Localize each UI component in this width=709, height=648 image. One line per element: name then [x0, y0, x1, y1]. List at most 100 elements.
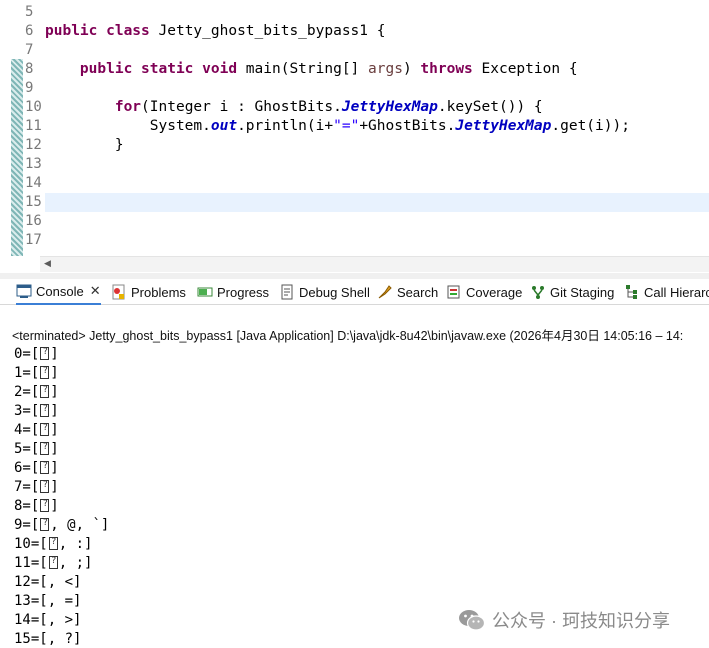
- output-text: , @, `]: [50, 517, 110, 533]
- debug-shell-icon: [279, 284, 295, 300]
- code-line[interactable]: 11 System.out.println(i+"="+GhostBits.Je…: [0, 117, 709, 136]
- console-output-line: 10=[, :]: [14, 535, 92, 554]
- tab-label: Call Hierarc: [644, 284, 709, 300]
- tab-search[interactable]: Search: [377, 279, 438, 305]
- code-token: out: [210, 118, 238, 134]
- code-token: JettyHexMap: [341, 99, 438, 115]
- console-output-line: 1=[]: [14, 364, 59, 383]
- code-token: .get(i));: [551, 118, 630, 134]
- missing-glyph-icon: [40, 383, 50, 398]
- console-output-line: 15=[, ?]: [14, 630, 81, 648]
- code-token: throws: [420, 61, 482, 77]
- output-text: ]: [50, 441, 59, 457]
- line-number: 12: [25, 137, 42, 153]
- code-token: System.: [45, 118, 211, 134]
- code-text: public class Jetty_ghost_bits_bypass1 {: [45, 22, 385, 41]
- line-number: 8: [25, 61, 34, 77]
- tab-label: Search: [397, 284, 439, 300]
- tab-progress[interactable]: Progress: [197, 279, 269, 305]
- missing-glyph-icon: [40, 345, 50, 360]
- console-output-line: 2=[]: [14, 383, 59, 402]
- output-text: 13=[, =]: [14, 593, 82, 609]
- code-token: .println(i+: [237, 118, 334, 134]
- line-number: 11: [25, 118, 42, 134]
- console-output-line: 0=[]: [14, 345, 59, 364]
- tab-console[interactable]: Console ✕: [16, 279, 101, 305]
- code-line[interactable]: 7: [0, 41, 709, 60]
- line-number: 9: [25, 80, 34, 96]
- code-token: public static void: [79, 61, 246, 77]
- code-text: public static void main(String[] args) t…: [45, 60, 578, 79]
- tab-coverage[interactable]: Coverage: [446, 279, 522, 305]
- console-header: <terminated> Jetty_ghost_bits_bypass1 [J…: [12, 329, 684, 343]
- code-token: Exception {: [481, 61, 578, 77]
- tab-debug-shell[interactable]: Debug Shell: [279, 279, 370, 305]
- output-text: 7=[: [14, 479, 40, 495]
- code-token: args: [368, 61, 403, 77]
- code-line[interactable]: 9: [0, 79, 709, 98]
- search-icon: [377, 284, 393, 300]
- code-line[interactable]: 16: [0, 212, 709, 231]
- code-line[interactable]: 8 public static void main(String[] args)…: [0, 60, 709, 79]
- missing-glyph-icon: [40, 459, 50, 474]
- tab-problems[interactable]: Problems: [111, 279, 186, 305]
- console-output-line: 9=[ , @, `]: [14, 516, 109, 535]
- output-text: ]: [50, 422, 59, 438]
- code-token: public class: [45, 23, 159, 39]
- output-text: 6=[: [14, 460, 40, 476]
- console-output-line: 7=[]: [14, 478, 59, 497]
- code-line[interactable]: 17: [0, 231, 709, 250]
- code-token: JettyHexMap: [455, 118, 552, 134]
- line-number: 5: [25, 4, 34, 20]
- code-text: for(Integer i : GhostBits.JettyHexMap.ke…: [45, 98, 543, 117]
- line-number: 15: [25, 194, 42, 210]
- output-text: ]: [50, 460, 59, 476]
- code-line[interactable]: 14: [0, 174, 709, 193]
- output-text: 5=[: [14, 441, 40, 457]
- scroll-left-icon[interactable]: ◀: [44, 259, 51, 269]
- missing-glyph-icon: [40, 402, 50, 417]
- horizontal-scrollbar[interactable]: ◀: [40, 256, 709, 272]
- line-number: 7: [25, 42, 34, 58]
- output-text: 3=[: [14, 403, 40, 419]
- code-token: }: [45, 137, 124, 153]
- code-line[interactable]: 15: [25, 193, 709, 212]
- missing-glyph-icon: [40, 478, 50, 493]
- code-line[interactable]: 6 public class Jetty_ghost_bits_bypass1 {: [0, 22, 709, 41]
- tab-call-hierarc[interactable]: Call Hierarc: [624, 279, 709, 305]
- code-line[interactable]: 5: [0, 3, 709, 22]
- tab-label: Git Staging: [550, 284, 615, 300]
- output-text: 8=[: [14, 498, 40, 514]
- code-editor[interactable]: 5 6 public class Jetty_ghost_bits_bypass1 …: [0, 0, 709, 256]
- wechat-icon: [458, 608, 486, 632]
- code-line[interactable]: 13: [0, 155, 709, 174]
- console-output-line: 11=[, ;]: [14, 554, 92, 573]
- close-icon[interactable]: ✕: [90, 283, 101, 299]
- code-token: .keySet()) {: [437, 99, 543, 115]
- line-number: 14: [25, 175, 42, 191]
- line-number: 17: [25, 232, 42, 248]
- code-line[interactable]: 10 for(Integer i : GhostBits.JettyHexMap…: [0, 98, 709, 117]
- output-text: 11=[: [14, 555, 48, 571]
- console-view[interactable]: <terminated> Jetty_ghost_bits_bypass1 [J…: [0, 305, 709, 648]
- missing-glyph-icon: [40, 440, 50, 455]
- output-text: ]: [50, 403, 59, 419]
- output-text: 1=[: [14, 365, 40, 381]
- console-output-line: 14=[, >]: [14, 611, 81, 630]
- output-text: 15=[, ?]: [14, 631, 82, 647]
- tab-git-staging[interactable]: Git Staging: [530, 279, 614, 305]
- git-staging-icon: [530, 284, 546, 300]
- problems-icon: [111, 284, 127, 300]
- output-text: 0=[: [14, 346, 40, 362]
- line-number: 13: [25, 156, 42, 172]
- output-text: 9=[: [14, 517, 40, 533]
- console-output-line: 5=[]: [14, 440, 59, 459]
- code-line[interactable]: 12 }: [0, 136, 709, 155]
- console-output-line: 8=[]: [14, 497, 59, 516]
- code-token: +GhostBits.: [359, 118, 456, 134]
- console-output-line: 13=[, =]: [14, 592, 81, 611]
- code-text: System.out.println(i+"="+GhostBits.Jetty…: [45, 117, 630, 136]
- code-token: (Integer: [141, 99, 220, 115]
